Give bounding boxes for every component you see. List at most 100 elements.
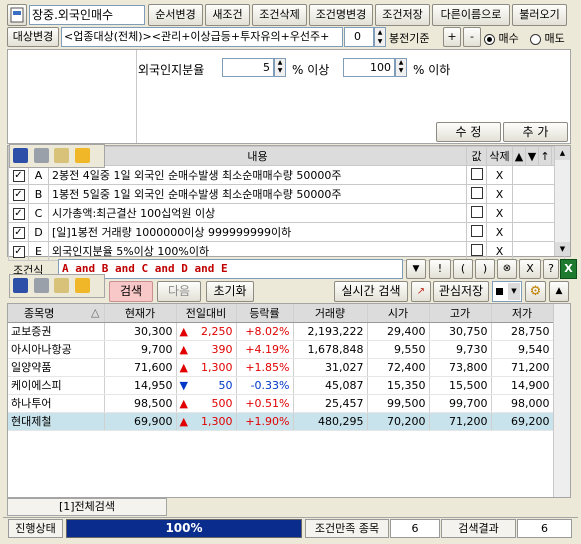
condition-value-checkbox[interactable] — [466, 184, 487, 204]
condition-checkbox[interactable]: ✓ — [8, 165, 29, 185]
search-button[interactable]: 검색 — [109, 281, 153, 302]
doc-icon-button[interactable] — [7, 4, 27, 26]
results-header-change[interactable]: 전일대비 — [176, 304, 237, 323]
condition-delete-button[interactable]: X — [486, 184, 513, 204]
result-row[interactable]: 아시아나항공 9,700 ▲ 390 +4.19% 1,678,848 9,550 9,730… — [8, 340, 554, 359]
condition-value-checkbox[interactable] — [466, 222, 487, 242]
results-header-name[interactable]: 종목명 △ — [8, 304, 105, 323]
day-change: ▲ 2,250 — [176, 322, 237, 341]
plus-button[interactable]: + — [443, 27, 461, 47]
max-ratio-spinner[interactable]: ▲ ▼ — [395, 58, 407, 77]
results-header-price[interactable]: 현재가 — [104, 304, 177, 323]
condition-name-field[interactable]: 장중.외국인매수 — [29, 5, 145, 25]
delete-condition-button[interactable]: 조건삭제 — [252, 4, 307, 26]
condition-checkbox[interactable]: ✓ — [8, 203, 29, 223]
condition-value-checkbox[interactable] — [466, 241, 487, 261]
op-not-button[interactable]: ! — [429, 259, 451, 279]
stock-name[interactable]: 일양약품 — [8, 358, 105, 377]
save-as-button[interactable]: 다른이름으로 — [432, 4, 510, 26]
condition-row[interactable]: ✓ A 2봉전 4일중 1일 외국인 순매수발생 최소순매매수량 50000주 X — [8, 165, 565, 185]
results-header-volume[interactable]: 거래량 — [293, 304, 368, 323]
min-ratio-input[interactable]: 5 — [222, 58, 274, 77]
modify-button[interactable]: 수 정 — [436, 122, 501, 142]
condition-row[interactable]: ✓ E 외국인지분율 5%이상 100%이하 X — [8, 241, 565, 261]
stock-name[interactable]: 하나투어 — [8, 394, 105, 413]
bong-offset-spinner[interactable]: ▲ ▼ — [374, 27, 386, 47]
settings-gear-icon[interactable]: ⚙ — [525, 281, 546, 302]
stock-name[interactable]: 교보증권 — [8, 322, 105, 341]
minus-button[interactable]: - — [463, 27, 481, 47]
stock-name[interactable]: 케이에스피 — [8, 376, 105, 395]
results-header-open[interactable]: 시가 — [367, 304, 430, 323]
result-row[interactable]: 일양약품 71,600 ▲ 1,300 +1.85% 31,027 72,400 73,800… — [8, 358, 554, 377]
result-row[interactable]: 현대제철 69,900 ▲ 1,300 +1.90% 480,295 70,200 71,20… — [8, 412, 554, 431]
stock-name[interactable]: 현대제철 — [8, 412, 105, 431]
chart-export-icon[interactable]: ↗ — [411, 281, 431, 302]
move-down-header[interactable]: ▼ — [525, 146, 539, 166]
condition-value-checkbox[interactable] — [466, 165, 487, 185]
op-close-paren-button[interactable]: ) — [475, 259, 495, 279]
conditions-scrollbar[interactable]: ▲ ▼ — [554, 146, 570, 256]
print-results-icon[interactable] — [33, 278, 49, 293]
max-ratio-input[interactable]: 100 — [343, 58, 395, 77]
excel-icon[interactable]: X — [560, 259, 577, 279]
scroll-up-icon[interactable]: ▲ — [555, 146, 570, 160]
load-button[interactable]: 불러오기 — [512, 4, 567, 26]
rename-condition-button[interactable]: 조건명변경 — [309, 4, 373, 26]
reset-button[interactable]: 초기화 — [206, 281, 254, 302]
radio-buy[interactable]: 매수 — [484, 30, 519, 46]
min-ratio-spinner[interactable]: ▲ ▼ — [274, 58, 286, 77]
condition-checkbox[interactable]: ✓ — [8, 222, 29, 242]
results-header-low[interactable]: 저가 — [491, 304, 554, 323]
print-icon[interactable] — [33, 148, 49, 163]
save-icon[interactable] — [13, 148, 28, 163]
formula-dropdown-button[interactable]: ▼ — [406, 259, 426, 279]
condition-row[interactable]: ✓ C 시가총액:최근결산 100십억원 이상 X — [8, 203, 565, 223]
reorder-button[interactable]: 순서변경 — [148, 4, 203, 26]
condition-delete-button[interactable]: X — [486, 165, 513, 185]
new-condition-button[interactable]: 새조건 — [205, 4, 250, 26]
result-row[interactable]: 하나투어 98,500 ▲ 500 +0.51% 25,457 99,500 99,700 98… — [8, 394, 554, 413]
condition-delete-button[interactable]: X — [486, 203, 513, 223]
change-target-button[interactable]: 대상변경 — [7, 27, 59, 47]
radio-sell[interactable]: 매도 — [530, 30, 565, 46]
mail-icon[interactable] — [54, 148, 69, 163]
move-top-header[interactable]: ↑ — [538, 146, 552, 166]
condition-checkbox[interactable]: ✓ — [8, 184, 29, 204]
sort-asc-icon[interactable]: △ — [91, 306, 99, 319]
stock-name[interactable]: 아시아나항공 — [8, 340, 105, 359]
move-up-header[interactable]: ▲ — [512, 146, 526, 166]
realtime-search-button[interactable]: 실시간 검색 — [334, 281, 408, 302]
result-row[interactable]: 교보증권 30,300 ▲ 2,250 +8.02% 2,193,222 29,400 30,… — [8, 322, 554, 341]
scroll-down-icon[interactable]: ▼ — [555, 242, 570, 256]
results-header-rate[interactable]: 등락률 — [236, 304, 294, 323]
op-open-paren-button[interactable]: ( — [453, 259, 473, 279]
op-delete-button[interactable]: X — [519, 259, 541, 279]
results-header-high[interactable]: 고가 — [429, 304, 492, 323]
save-condition-button[interactable]: 조건저장 — [375, 4, 430, 26]
collapse-up-button[interactable]: ▲ — [549, 281, 569, 302]
condition-checkbox[interactable]: ✓ — [8, 241, 29, 261]
condition-row[interactable]: ✓ B 1봉전 5일중 1일 외국인 순매수발생 최소순매매수량 50000주 X — [8, 184, 565, 204]
condition-delete-button[interactable]: X — [486, 241, 513, 261]
formula-field[interactable]: A and B and C and D and E — [58, 259, 403, 279]
add-button[interactable]: 추 가 — [503, 122, 568, 142]
results-scrollbar[interactable] — [553, 304, 570, 497]
condition-row[interactable]: ✓ D [일]1봉전 거래량 1000000이상 999999999이하 X — [8, 222, 565, 242]
watchlist-save-button[interactable]: 관심저장 — [433, 281, 489, 302]
save-results-icon[interactable] — [13, 278, 28, 293]
condition-delete-button[interactable]: X — [486, 222, 513, 242]
target-universe-field[interactable]: <업종대상(전체)><관리+이상급등+투자유의+우선주+ — [61, 27, 343, 47]
help-button[interactable]: ? — [543, 259, 559, 279]
bong-offset-input[interactable]: 0 — [344, 27, 374, 47]
folder-icon[interactable] — [74, 148, 90, 163]
op-clear-button[interactable]: ⊗ — [497, 259, 517, 279]
condition-value-checkbox[interactable] — [466, 203, 487, 223]
next-button[interactable]: 다음 — [157, 281, 201, 302]
mail-results-icon[interactable] — [54, 278, 69, 293]
high-price: 73,800 — [429, 358, 492, 377]
folder-results-icon[interactable] — [74, 278, 90, 293]
view-select-dropdown[interactable]: ▼ — [492, 281, 522, 302]
result-row[interactable]: 케이에스피 14,950 ▼ 50 -0.33% 45,087 15,350 15,500 14… — [8, 376, 554, 395]
result-tab[interactable]: [1]전체검색 — [7, 498, 167, 516]
